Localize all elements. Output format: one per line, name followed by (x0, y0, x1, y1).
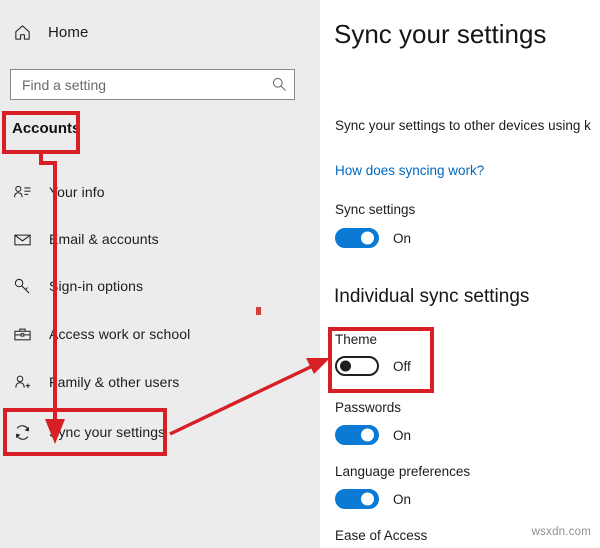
toggle-knob (361, 492, 374, 506)
search-icon[interactable] (264, 76, 294, 93)
sync-settings-toggle[interactable] (335, 228, 379, 248)
nav-section-title: Accounts (12, 120, 81, 137)
sidebar-item-label: Sign-in options (49, 278, 144, 294)
settings-window: Home Find a setting Accounts Your info E… (0, 0, 600, 548)
sidebar-item-label: Family & other users (49, 374, 180, 390)
nav-home-label: Home (48, 23, 89, 41)
search-input[interactable]: Find a setting (10, 69, 295, 100)
briefcase-icon (12, 324, 32, 344)
page-title: Sync your settings (334, 19, 547, 49)
language-preferences-toggle[interactable] (335, 489, 379, 509)
ease-of-access-label: Ease of Access (335, 528, 428, 543)
sidebar-item-access-work-school[interactable]: Access work or school (12, 320, 302, 348)
sidebar-item-label: Email & accounts (49, 231, 159, 247)
watermark: wsxdn.com (531, 526, 591, 538)
individual-sync-settings-heading: Individual sync settings (334, 286, 530, 307)
passwords-label: Passwords (335, 400, 402, 415)
search-placeholder: Find a setting (22, 76, 107, 93)
nav-home-item[interactable]: Home (12, 22, 88, 42)
toggle-knob (361, 231, 374, 245)
key-icon (12, 276, 32, 296)
sync-settings-toggle-row[interactable]: On (335, 228, 411, 248)
sidebar-item-label: Your info (49, 184, 105, 200)
sync-settings-state: On (393, 230, 412, 246)
passwords-toggle[interactable] (335, 425, 379, 445)
language-preferences-label: Language preferences (335, 464, 471, 479)
theme-state: Off (393, 358, 411, 374)
passwords-toggle-row[interactable]: On (335, 425, 411, 445)
settings-nav-pane: Home Find a setting Accounts Your info E… (0, 0, 320, 548)
home-icon (12, 22, 32, 42)
sync-icon (12, 422, 32, 442)
person-add-icon (12, 372, 32, 392)
language-preferences-toggle-row[interactable]: On (335, 489, 411, 509)
sidebar-item-label: Sync your settings (49, 424, 166, 440)
toggle-knob (361, 428, 374, 442)
language-preferences-state: On (393, 491, 412, 507)
person-info-icon (12, 182, 32, 202)
sidebar-item-family-other-users[interactable]: Family & other users (12, 368, 302, 396)
theme-toggle[interactable] (335, 356, 379, 376)
settings-content-pane: Sync your settings Sync your settings to… (320, 0, 600, 548)
sidebar-item-sync-your-settings[interactable]: Sync your settings (12, 418, 302, 446)
sidebar-item-label: Access work or school (49, 326, 191, 342)
theme-label: Theme (335, 332, 378, 347)
sidebar-item-email-accounts[interactable]: Email & accounts (12, 225, 302, 253)
theme-toggle-row[interactable]: Off (335, 356, 411, 376)
envelope-icon (12, 229, 32, 249)
how-does-syncing-work-link[interactable]: How does syncing work? (335, 163, 484, 178)
sync-settings-label: Sync settings (335, 202, 416, 217)
sync-description: Sync your settings to other devices usin… (335, 118, 591, 133)
passwords-state: On (393, 427, 412, 443)
toggle-knob (340, 360, 351, 372)
sidebar-item-signin-options[interactable]: Sign-in options (12, 272, 302, 300)
sidebar-item-your-info[interactable]: Your info (12, 178, 302, 206)
